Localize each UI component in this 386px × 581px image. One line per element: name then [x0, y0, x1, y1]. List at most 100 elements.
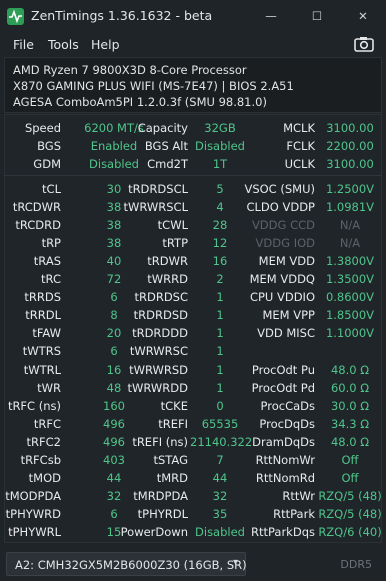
timing-label: tRFC2 — [26, 434, 61, 449]
timing-value: 44 — [212, 470, 228, 485]
menu-help[interactable]: Help — [91, 37, 120, 52]
timing-label: tWTRL — [23, 362, 61, 377]
timing-label: tFAW — [32, 326, 61, 341]
footer: A2: CMH32GX5M2B6000Z30 (16GB, SR) ▾ DDR5 — [0, 543, 386, 581]
timing-value: 32GB — [204, 121, 236, 135]
timing-label: ProcOdt Pu — [251, 362, 315, 377]
timing-label: tRDRDSD — [133, 308, 188, 323]
timing-label: GDM — [33, 157, 61, 171]
timing-label: MEM VDD — [258, 254, 315, 269]
timing-value: 1 — [216, 362, 224, 377]
timing-value: 1.8500V — [325, 308, 375, 323]
timing-value: 1.3800V — [325, 254, 375, 269]
timing-label: ProcCaDs — [260, 398, 316, 413]
chevron-down-icon: ▾ — [232, 557, 238, 568]
timing-label: MEM VDDQ — [249, 272, 315, 287]
timing-value: N/A — [339, 236, 361, 251]
timing-label: tWRWRDD — [127, 380, 188, 395]
window-title: ZenTimings 1.36.1632 - beta — [31, 8, 213, 23]
minimize-button[interactable]: — — [248, 0, 294, 32]
timing-value: 48.0 Ω — [330, 434, 370, 449]
maximize-button[interactable]: ☐ — [294, 0, 340, 32]
timing-label: Capacity — [137, 121, 188, 135]
menu-file[interactable]: File — [13, 37, 34, 52]
memory-module-select[interactable]: A2: CMH32GX5M2B6000Z30 (16GB, SR) ▾ — [6, 552, 247, 576]
timing-value: 35 — [212, 506, 228, 521]
timing-label: tWRWRSD — [129, 362, 188, 377]
timing-value: 496 — [103, 416, 125, 431]
timing-label: tPHYRDL — [137, 506, 188, 521]
timing-value: Disabled — [89, 157, 139, 171]
timing-label: tRP — [41, 236, 61, 251]
timing-value: 44 — [106, 470, 122, 485]
timing-value: 60.0 Ω — [330, 380, 370, 395]
timing-label: Speed — [24, 121, 61, 135]
timing-value: 1.3500V — [325, 272, 375, 287]
memory-module-value: A2: CMH32GX5M2B6000Z30 (16GB, SR) — [15, 558, 247, 572]
minimize-icon: — — [265, 9, 277, 23]
timing-label: MCLK — [283, 121, 315, 135]
timing-label: tREFI (ns) — [132, 434, 188, 449]
timing-label: tRFC (ns) — [7, 398, 61, 413]
timing-label: tRC — [41, 272, 61, 287]
screenshot-button[interactable] — [354, 36, 374, 52]
timing-value: 38 — [106, 236, 122, 251]
timing-value: 2 — [216, 272, 224, 287]
close-icon: ✕ — [358, 9, 368, 23]
timing-value: Enabled — [90, 139, 138, 153]
divider — [4, 175, 382, 176]
timing-label: RttNomWr — [255, 452, 315, 467]
timing-value: 1 — [216, 326, 224, 341]
camera-icon — [354, 37, 374, 52]
cpu-name: AMD Ryzen 7 9800X3D 8-Core Processor — [13, 63, 247, 77]
timing-label: RttParkDqs — [250, 524, 315, 539]
timing-value: 38 — [106, 218, 122, 233]
timing-label: tRTP — [162, 236, 188, 251]
timing-value: Disabled — [195, 139, 245, 153]
timing-label: tRFC — [33, 416, 61, 431]
timing-value: 0.8600V — [325, 290, 375, 305]
timing-label: CLDO VDDP — [246, 200, 315, 215]
timing-label: RttWr — [282, 488, 315, 503]
menu-tools[interactable]: Tools — [48, 37, 79, 52]
menu-bar: File Tools Help — [0, 32, 386, 56]
timing-value: Disabled — [195, 524, 245, 539]
timing-value: 1.1000V — [325, 326, 375, 341]
timing-value: 1.0981V — [325, 200, 375, 215]
timing-label: tCL — [42, 182, 61, 196]
timing-label: MEM VPP — [262, 308, 315, 323]
timing-label: UCLK — [284, 157, 315, 171]
timing-label: RttPark — [273, 506, 315, 521]
timing-label: tRDWR — [147, 254, 188, 269]
timing-value: 72 — [106, 272, 122, 287]
title-bar: ZenTimings 1.36.1632 - beta — ☐ ✕ — [0, 0, 386, 32]
timing-label: BGS Alt — [144, 139, 188, 153]
timing-label: tWRRD — [147, 272, 188, 287]
timing-value: 1T — [212, 157, 228, 171]
timing-label: tREFI — [158, 416, 188, 431]
timing-value: RZQ/5 (48) — [318, 488, 382, 503]
close-button[interactable]: ✕ — [340, 0, 386, 32]
timing-label: FCLK — [286, 139, 315, 153]
timing-value: 0 — [216, 398, 224, 413]
timing-label: tCWL — [157, 218, 188, 233]
timing-label: PowerDown — [120, 524, 188, 539]
timing-label: tMOD — [28, 470, 61, 485]
timing-label: tRCDRD — [15, 218, 61, 233]
system-info-panel: AMD Ryzen 7 9800X3D 8-Core Processor X87… — [4, 57, 382, 113]
timing-label: tRCDWR — [12, 200, 61, 215]
timing-label: tWR — [37, 380, 61, 395]
timing-value: RZQ/5 (48) — [318, 506, 382, 521]
timing-value: 4 — [216, 200, 224, 215]
timing-label: tPHYWRL — [8, 524, 61, 539]
memory-type: DDR5 — [340, 558, 372, 571]
timing-value: 30.0 Ω — [330, 398, 370, 413]
timing-value: 16 — [212, 254, 228, 269]
timing-label: BGS — [37, 139, 61, 153]
timing-value: 1 — [216, 290, 224, 305]
timing-label: tWTRS — [22, 344, 61, 359]
timing-label: tMODPDA — [5, 488, 61, 503]
timing-value: Off — [341, 452, 359, 467]
timing-label: tPHYWRD — [5, 506, 61, 521]
timing-label: ProcOdt Pd — [251, 380, 315, 395]
